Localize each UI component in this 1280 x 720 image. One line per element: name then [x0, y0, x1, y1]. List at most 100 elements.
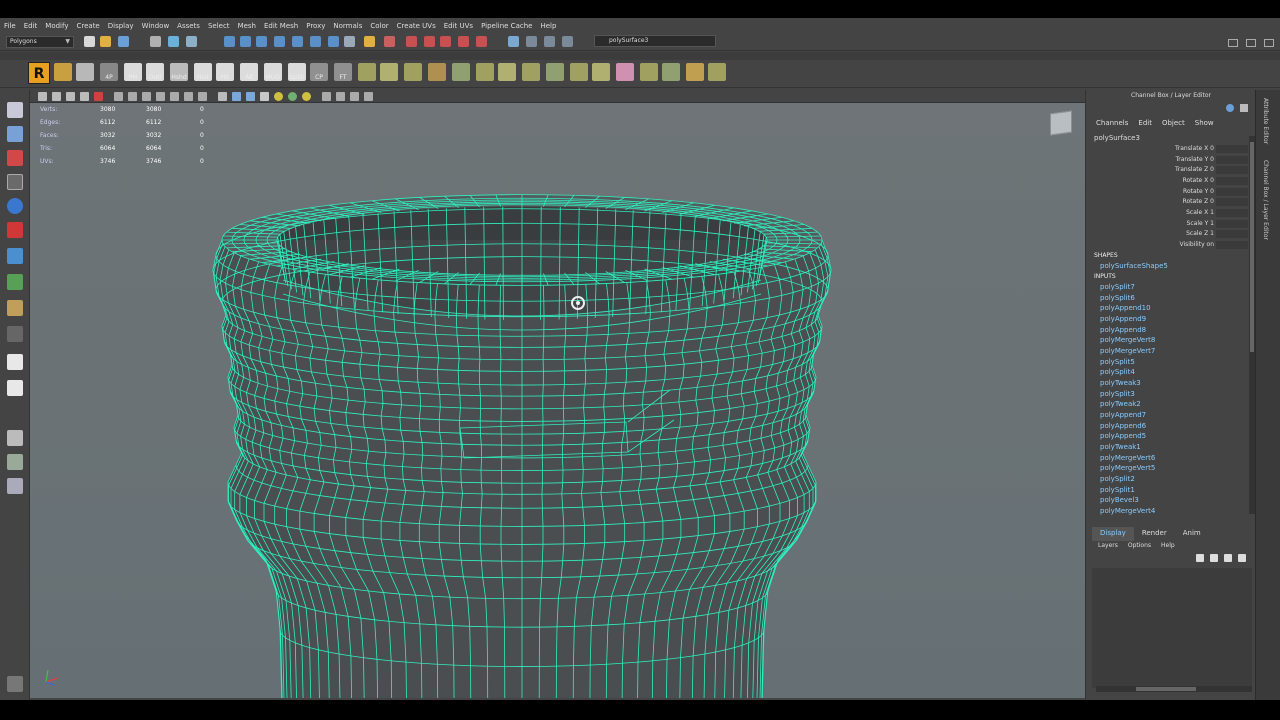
attr-field[interactable] [1216, 198, 1248, 206]
isolate-select-icon[interactable] [322, 92, 331, 101]
shelf-poly-tool-3-icon[interactable] [404, 63, 422, 81]
input-node[interactable]: polySplit2 [1100, 475, 1135, 483]
layer-list[interactable] [1092, 568, 1252, 688]
input-node[interactable]: polySplit5 [1100, 358, 1135, 366]
menu-show[interactable]: Show [1195, 119, 1214, 127]
select-hierarchy-icon[interactable] [150, 36, 161, 47]
attr-field[interactable] [1216, 209, 1248, 217]
select-component-icon[interactable] [186, 36, 197, 47]
tab-render[interactable]: Render [1134, 527, 1175, 541]
attr-field[interactable] [1216, 230, 1248, 238]
mask-misc-icon[interactable] [310, 36, 321, 47]
menu-color[interactable]: Color [370, 22, 388, 30]
show-manip-icon[interactable] [7, 300, 23, 316]
save-scene-icon[interactable] [118, 36, 129, 47]
snap-curve-icon[interactable] [406, 36, 417, 47]
xray-joints-icon[interactable] [350, 92, 359, 101]
shelf-tool-1-icon[interactable] [54, 63, 72, 81]
bottom-tool-icon[interactable] [7, 676, 23, 692]
bookmark-icon[interactable] [66, 92, 75, 101]
mask-edge-icon[interactable] [240, 36, 251, 47]
snap-surface-icon[interactable] [458, 36, 469, 47]
attr-scale-x[interactable]: Scale X 1 [1086, 209, 1214, 216]
new-layer-selected-icon[interactable] [1238, 554, 1246, 562]
shelf-poly-tool-2-icon[interactable] [380, 63, 398, 81]
menu-edit[interactable]: Edit [24, 22, 38, 30]
attr-rotate-z[interactable]: Rotate Z 0 [1086, 198, 1214, 205]
input-node[interactable]: polyTweak2 [1100, 400, 1141, 408]
xray-icon[interactable] [336, 92, 345, 101]
menu-object[interactable]: Object [1162, 119, 1185, 127]
layout-graph-icon[interactable] [7, 454, 23, 470]
tab-attribute-editor[interactable]: Attribute Editor [1262, 98, 1269, 144]
input-node[interactable]: polyMergeVert6 [1100, 454, 1155, 462]
tool-settings-icon[interactable] [1264, 39, 1274, 47]
select-object-icon[interactable] [168, 36, 179, 47]
selected-object-name[interactable]: polySurface3 [1094, 134, 1140, 142]
tab-anim[interactable]: Anim [1175, 527, 1209, 541]
smooth-shade-icon[interactable] [232, 92, 241, 101]
snap-plane-icon[interactable] [440, 36, 451, 47]
view-cube[interactable] [1050, 110, 1072, 136]
menu-file[interactable]: File [4, 22, 16, 30]
input-node[interactable]: polySplit1 [1100, 486, 1135, 494]
menu-channels[interactable]: Channels [1096, 119, 1128, 127]
attr-field[interactable] [1216, 241, 1248, 249]
ambient-occlusion-icon[interactable] [302, 92, 311, 101]
mode-selector[interactable]: Polygons ▼ [6, 36, 74, 48]
camera-select-icon[interactable] [38, 92, 47, 101]
move-layer-down-icon[interactable] [1210, 554, 1218, 562]
channel-box-toggle-icon[interactable] [1226, 104, 1234, 112]
attr-field[interactable] [1216, 188, 1248, 196]
menu-normals[interactable]: Normals [333, 22, 362, 30]
input-node[interactable]: polyAppend8 [1100, 326, 1146, 334]
lights-icon[interactable] [274, 92, 283, 101]
input-node[interactable]: polyAppend10 [1100, 304, 1151, 312]
attr-field[interactable] [1216, 166, 1248, 174]
lasso-tool-icon[interactable] [7, 126, 23, 142]
menu-create[interactable]: Create [76, 22, 99, 30]
tab-channel-box[interactable]: Channel Box / Layer Editor [1262, 160, 1269, 240]
menu-proxy[interactable]: Proxy [306, 22, 325, 30]
shelf-poly-tool-10-icon[interactable] [570, 63, 588, 81]
select-tool-icon[interactable] [7, 102, 23, 118]
four-pane-icon[interactable] [7, 380, 23, 396]
lock-icon[interactable] [364, 36, 375, 47]
attr-rotate-y[interactable]: Rotate Y 0 [1086, 188, 1214, 195]
new-scene-icon[interactable] [84, 36, 95, 47]
input-node[interactable]: polyAppend5 [1100, 432, 1146, 440]
menu-pipeline-cache[interactable]: Pipeline Cache [481, 22, 532, 30]
attr-scale-z[interactable]: Scale Z 1 [1086, 230, 1214, 237]
layer-editor-toggle-icon[interactable] [1240, 104, 1248, 112]
menu-assets[interactable]: Assets [177, 22, 200, 30]
input-node[interactable]: polySplit7 [1100, 283, 1135, 291]
render-view-icon[interactable] [508, 36, 519, 47]
soft-mod-icon[interactable] [7, 274, 23, 290]
shelf-poly-tool-15-icon[interactable] [686, 63, 704, 81]
render-current-icon[interactable] [526, 36, 537, 47]
object-name-field[interactable]: polySurface3 [594, 35, 716, 47]
shelf-poly-tool-9-icon[interactable] [546, 63, 564, 81]
input-node[interactable]: polySplit3 [1100, 390, 1135, 398]
menu-edit-mesh[interactable]: Edit Mesh [264, 22, 298, 30]
textured-icon[interactable] [260, 92, 269, 101]
shadows-icon[interactable] [288, 92, 297, 101]
scrollbar-thumb[interactable] [1136, 687, 1196, 691]
safe-title-icon[interactable] [198, 92, 207, 101]
input-node[interactable]: polyMergeVert8 [1100, 336, 1155, 344]
layout-hypershade-icon[interactable] [7, 478, 23, 494]
scale-tool-icon[interactable] [7, 222, 23, 238]
gate-mask-icon[interactable] [156, 92, 165, 101]
last-tool-icon[interactable] [7, 326, 23, 342]
resolution-gate-icon[interactable] [142, 92, 151, 101]
input-node[interactable]: polySplit4 [1100, 368, 1135, 376]
snap-point-icon[interactable] [424, 36, 435, 47]
input-node[interactable]: polyBevel3 [1100, 496, 1139, 504]
menu-create-uvs[interactable]: Create UVs [397, 22, 436, 30]
input-node[interactable]: polyTweak3 [1100, 379, 1141, 387]
input-node[interactable]: polyMergeVert7 [1100, 347, 1155, 355]
input-node[interactable]: polyTweak1 [1100, 443, 1141, 451]
attr-field[interactable] [1216, 220, 1248, 228]
attr-field[interactable] [1216, 177, 1248, 185]
shelf-poly-tool-16-icon[interactable] [708, 63, 726, 81]
